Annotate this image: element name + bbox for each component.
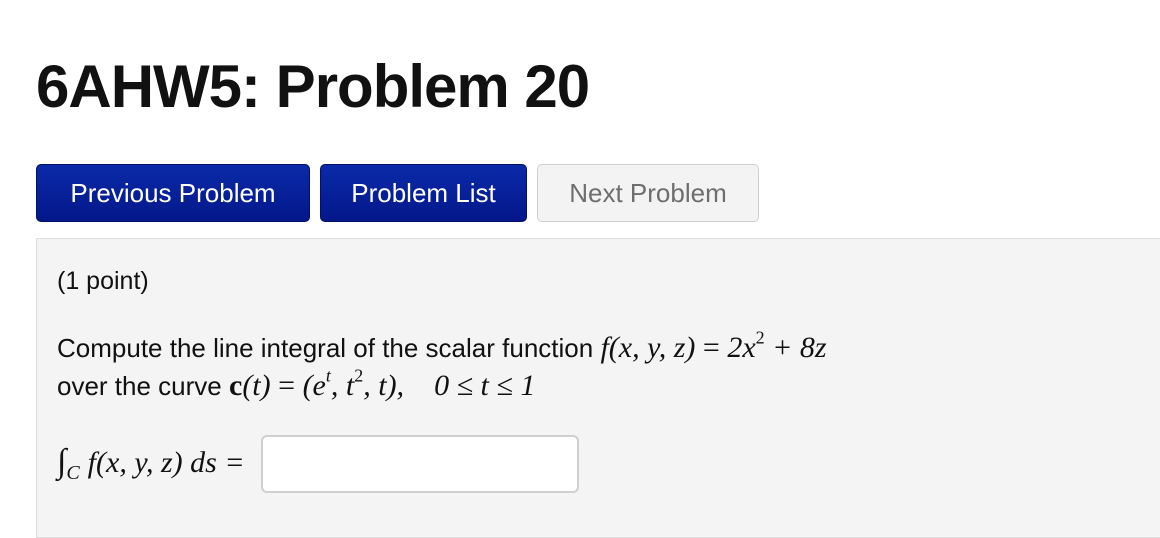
curve-argument: (t) <box>242 369 271 402</box>
integral-expression: ∫C f(x, y, z) ds = <box>57 443 245 485</box>
previous-problem-button[interactable]: Previous Problem <box>36 164 310 222</box>
curve-component-1: (e <box>302 369 326 402</box>
problem-statement-line-1: Compute the line integral of the scalar … <box>57 327 827 365</box>
answer-row: ∫C f(x, y, z) ds = <box>57 435 579 493</box>
curve-exponent-2: 2 <box>354 365 364 386</box>
problem-statement-line-2: over the curve c(t) = (et, t2, t), 0 ≤ t… <box>57 365 536 403</box>
integral-body: f(x, y, z) ds = <box>87 446 245 479</box>
point-value: (1 point) <box>57 267 149 295</box>
function-definition: f(x, y, z) = 2x2 + 8z <box>600 327 827 365</box>
next-problem-button: Next Problem <box>537 164 759 222</box>
problem-list-button[interactable]: Problem List <box>320 164 527 222</box>
page-title: 6AHW5: Problem 20 <box>36 53 590 120</box>
function-lhs: f(x, y, z) <box>600 331 696 364</box>
function-rhs-term: 2x <box>727 331 756 364</box>
curve-name: c <box>228 369 243 402</box>
function-exponent: 2 <box>755 327 765 348</box>
intro-text: Compute the line integral of the scalar … <box>57 333 594 363</box>
integral-icon: ∫ <box>57 443 67 480</box>
problem-panel: (1 point) Compute the line integral of t… <box>36 238 1160 538</box>
curve-equals-sign: = <box>278 369 296 402</box>
integral-subscript: C <box>66 462 80 484</box>
curve-component-2: , t <box>330 369 355 402</box>
curve-component-3: , t), <box>363 369 405 402</box>
problem-navigation: Previous Problem Problem List Next Probl… <box>36 164 759 222</box>
curve-definition: c(t) = (et, t2, t), 0 ≤ t ≤ 1 <box>228 365 536 403</box>
parameter-range: 0 ≤ t ≤ 1 <box>434 369 536 402</box>
function-rhs-rest: + 8z <box>772 331 827 364</box>
equals-sign: = <box>702 331 720 364</box>
curve-intro-text: over the curve <box>57 371 222 401</box>
answer-input[interactable] <box>260 435 579 493</box>
